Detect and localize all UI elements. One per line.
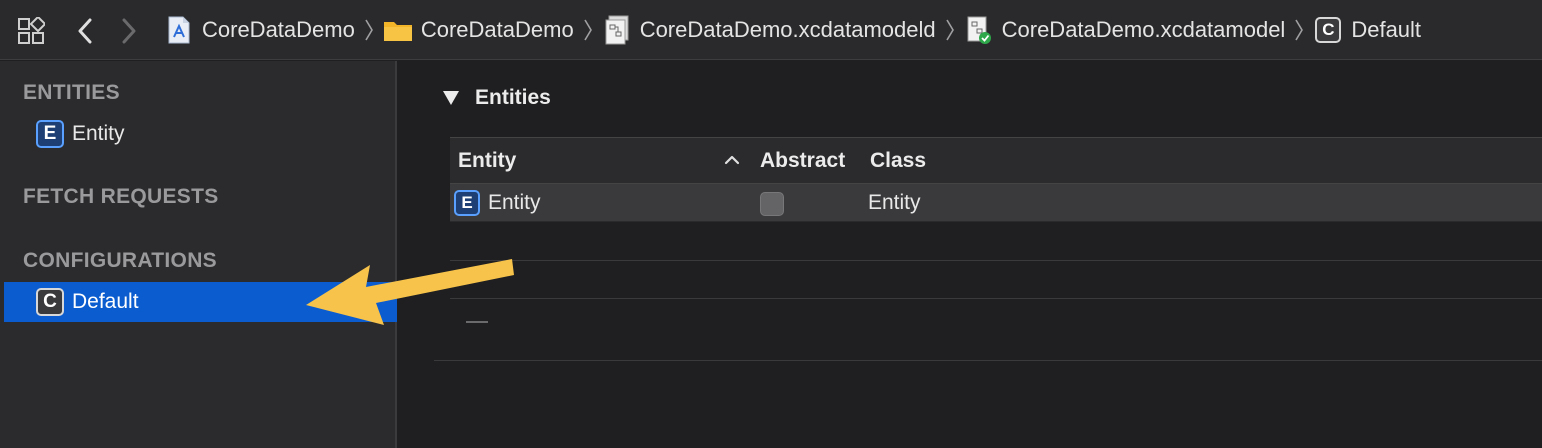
data-model-file-icon [964, 15, 994, 45]
entities-table: Entity Abstract Class E Entity Entity [450, 137, 1542, 222]
column-header-class[interactable]: Class [870, 138, 926, 184]
chevron-right-icon[interactable] [112, 14, 146, 48]
breadcrumb-configuration[interactable]: C Default [1313, 0, 1421, 60]
class-cell[interactable]: Entity [868, 184, 921, 222]
column-header-abstract[interactable]: Abstract [760, 138, 845, 184]
sidebar-item-entity[interactable]: E Entity [4, 114, 397, 154]
disclosure-triangle-icon [443, 91, 459, 105]
breadcrumb: CoreDataDemo CoreDataDemo CoreDataDemo.x… [164, 0, 1421, 60]
breadcrumb-model-bundle[interactable]: CoreDataDemo.xcdatamodeld [602, 0, 936, 60]
entity-cell: E Entity [454, 184, 541, 222]
table-header: Entity Abstract Class [450, 137, 1542, 184]
annotation-arrow-icon [306, 259, 514, 325]
sidebar-item-label: Entity [72, 122, 125, 145]
sidebar-item-label: Default [72, 290, 139, 313]
breadcrumb-label: Default [1351, 17, 1422, 42]
chevron-right-icon [1289, 0, 1309, 60]
configuration-editor: Entities Entity Abstract Class E Entity … [399, 61, 1542, 448]
configuration-icon: C [1313, 15, 1343, 45]
chevron-right-icon [578, 0, 598, 60]
abstract-checkbox[interactable] [760, 192, 784, 216]
breadcrumb-label: CoreDataDemo [202, 17, 355, 42]
breadcrumb-label: CoreDataDemo [420, 17, 574, 42]
jump-bar: CoreDataDemo CoreDataDemo CoreDataDemo.x… [0, 0, 1542, 60]
configuration-icon: C [36, 288, 64, 316]
section-title: Entities [475, 86, 551, 109]
entity-icon: E [454, 190, 480, 216]
entities-section-toggle[interactable]: Entities [443, 86, 551, 110]
breadcrumb-label: CoreDataDemo.xcdatamodel [1001, 17, 1286, 42]
chevron-right-icon [359, 0, 379, 60]
breadcrumb-folder[interactable]: CoreDataDemo [383, 0, 574, 60]
related-items-grid-icon[interactable] [14, 14, 48, 48]
sort-ascending-icon [724, 155, 740, 165]
entity-name: Entity [488, 191, 541, 214]
column-header-entity[interactable]: Entity [458, 138, 516, 184]
table-row[interactable]: E Entity Entity [450, 184, 1542, 222]
data-model-bundle-icon [602, 15, 632, 45]
folder-icon [383, 15, 413, 45]
chevron-left-icon[interactable] [68, 14, 102, 48]
breadcrumb-label: CoreDataDemo.xcdatamodeld [639, 17, 936, 42]
fetch-requests-header: FETCH REQUESTS [23, 185, 219, 208]
entity-icon: E [36, 120, 64, 148]
divider [450, 260, 1542, 261]
xcode-data-model-editor: CoreDataDemo CoreDataDemo CoreDataDemo.x… [0, 0, 1542, 448]
divider [450, 298, 1542, 299]
configurations-header: CONFIGURATIONS [23, 249, 217, 272]
xcode-project-icon [164, 15, 194, 45]
entities-header: ENTITIES [23, 81, 120, 104]
breadcrumb-project[interactable]: CoreDataDemo [164, 0, 355, 60]
breadcrumb-model-file[interactable]: CoreDataDemo.xcdatamodel [964, 0, 1286, 60]
divider [434, 360, 1542, 361]
chevron-right-icon [940, 0, 960, 60]
